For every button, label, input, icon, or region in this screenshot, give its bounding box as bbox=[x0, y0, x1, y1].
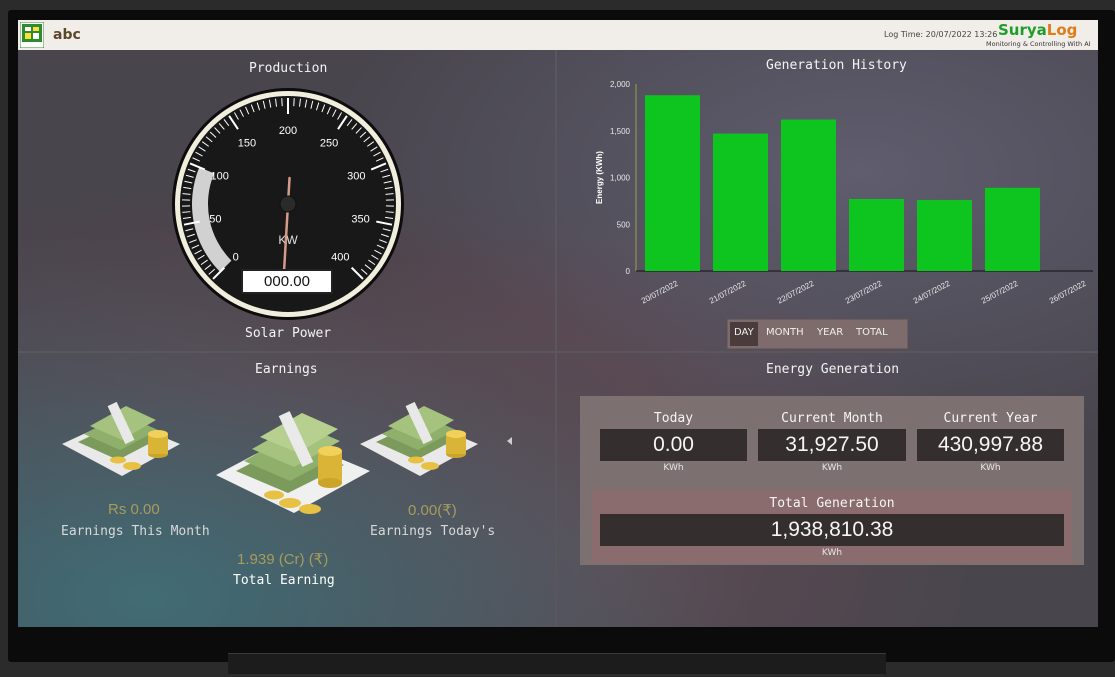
x-tick-label: 22/07/2022 bbox=[776, 279, 816, 306]
tab-year[interactable]: YEAR bbox=[817, 327, 843, 338]
current-year-value: 430,997.88 bbox=[917, 429, 1064, 461]
gauge-unit-label: KW bbox=[278, 233, 298, 247]
chart-bar[interactable] bbox=[917, 199, 972, 271]
chart-bar[interactable] bbox=[645, 95, 700, 271]
brand-tagline: Monitoring & Controlling With AI bbox=[986, 40, 1091, 48]
earnings-today-value: 0.00(₹) bbox=[408, 502, 457, 519]
gauge-tick-label: 350 bbox=[351, 213, 369, 225]
x-tick-label: 23/07/2022 bbox=[844, 279, 884, 306]
generation-history-chart: 0 500 1,000 1,500 2,000 Energy (KWh) 20/07/202… bbox=[595, 80, 1093, 306]
carousel-prev-icon[interactable] bbox=[507, 437, 512, 445]
vertical-divider bbox=[555, 50, 557, 627]
history-range-tabs: DAY MONTH YEAR TOTAL bbox=[727, 319, 908, 349]
app-name: abc bbox=[53, 27, 81, 43]
y-tick-label: 2,000 bbox=[610, 80, 631, 89]
total-generation-unit: KWh bbox=[821, 548, 843, 558]
money-stack-icon bbox=[360, 401, 478, 476]
top-bar: abc Log Time: 20/07/2022 13:26 SuryaLog … bbox=[18, 20, 1098, 50]
brand-name-part1: Surya bbox=[998, 21, 1047, 39]
log-time: Log Time: 20/07/2022 13:26 bbox=[884, 30, 998, 39]
tab-month[interactable]: MONTH bbox=[766, 327, 804, 338]
gauge-tick-label: 400 bbox=[331, 251, 349, 263]
production-subtitle: Solar Power bbox=[245, 326, 332, 341]
gauge-tick-label: 50 bbox=[209, 213, 221, 225]
earnings-today-label: Earnings Today's bbox=[370, 524, 496, 539]
chart-bar[interactable] bbox=[849, 199, 904, 271]
gauge-tick-label: 150 bbox=[238, 137, 256, 149]
chart-bar[interactable] bbox=[781, 119, 836, 271]
today-label: Today bbox=[653, 411, 694, 426]
current-year-unit: KWh bbox=[980, 463, 1001, 473]
energy-title: Energy Generation bbox=[766, 362, 900, 377]
money-stack-large-icon bbox=[216, 411, 370, 514]
brand-name-part2: Log bbox=[1046, 21, 1078, 39]
gauge-tick-label: 200 bbox=[279, 125, 297, 137]
horizontal-divider bbox=[18, 351, 1098, 353]
chart-bar[interactable] bbox=[985, 187, 1040, 271]
dashboard-screen: abc Log Time: 20/07/2022 13:26 SuryaLog … bbox=[18, 20, 1098, 627]
x-tick-label: 24/07/2022 bbox=[912, 279, 952, 306]
app-logo[interactable] bbox=[19, 21, 45, 49]
x-tick-label: 26/07/2022 bbox=[1048, 279, 1088, 306]
y-tick-label: 1,000 bbox=[610, 174, 631, 183]
earnings-month-value: Rs 0.00 bbox=[108, 501, 160, 518]
y-tick-label: 1,500 bbox=[610, 127, 631, 136]
gauge-tick-label: 300 bbox=[347, 171, 365, 183]
total-generation-label: Total Generation bbox=[769, 496, 895, 511]
today-unit: KWh bbox=[663, 463, 684, 473]
chart-bar[interactable] bbox=[713, 133, 768, 271]
y-axis-title: Energy (KWh) bbox=[595, 151, 604, 204]
total-generation-value: 1,938,810.38 bbox=[600, 514, 1064, 546]
earnings-total-label: Total Earning bbox=[233, 573, 335, 588]
y-tick-label: 0 bbox=[626, 267, 631, 276]
sun-logo-icon bbox=[19, 21, 45, 49]
gauge-minor-tick bbox=[182, 211, 191, 213]
x-tick-label: 20/07/2022 bbox=[640, 279, 680, 306]
gauge-tick-label: 250 bbox=[320, 137, 338, 149]
money-stack-icon bbox=[62, 401, 180, 476]
earnings-total-value: 1.939 (Cr) (₹) bbox=[237, 551, 329, 568]
tab-total[interactable]: TOTAL bbox=[856, 327, 888, 338]
x-tick-label: 25/07/2022 bbox=[980, 279, 1020, 306]
earnings-month-label: Earnings This Month bbox=[61, 524, 210, 539]
brand-logo: SuryaLog Monitoring & Controlling With A… bbox=[986, 21, 1094, 49]
production-value-display: 000.00 bbox=[241, 269, 333, 294]
gauge-tick-label: 100 bbox=[210, 171, 228, 183]
today-value: 0.00 bbox=[600, 429, 747, 461]
brand-name: SuryaLog bbox=[998, 21, 1077, 39]
current-month-label: Current Month bbox=[781, 411, 883, 426]
current-month-value: 31,927.50 bbox=[758, 429, 906, 461]
x-tick-label: 21/07/2022 bbox=[708, 279, 748, 306]
earnings-title: Earnings bbox=[255, 362, 318, 377]
current-month-unit: KWh bbox=[821, 463, 843, 473]
tab-day[interactable]: DAY bbox=[734, 327, 754, 338]
production-title: Production bbox=[249, 61, 328, 76]
gauge-hub bbox=[279, 195, 297, 213]
gauge-minor-tick bbox=[385, 211, 394, 213]
gauge-tick-label: 0 bbox=[233, 251, 239, 263]
monitor-stand bbox=[228, 653, 886, 674]
current-year-label: Current Year bbox=[943, 411, 1038, 426]
y-tick-label: 500 bbox=[617, 220, 631, 229]
